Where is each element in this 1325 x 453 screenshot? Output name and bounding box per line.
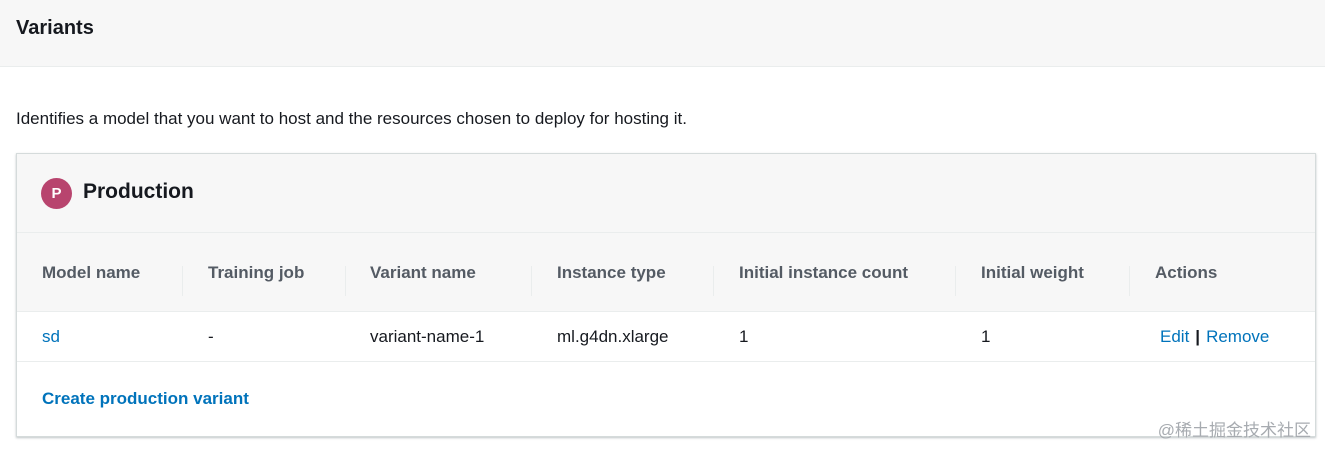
section-header: Variants — [0, 0, 1325, 67]
column-divider — [182, 266, 183, 296]
column-divider — [1129, 266, 1130, 296]
production-badge-icon: P — [41, 178, 72, 209]
remove-link[interactable]: Remove — [1206, 327, 1269, 347]
model-name-link[interactable]: sd — [42, 312, 60, 362]
action-separator: | — [1195, 327, 1201, 346]
panel-title: Production — [83, 180, 194, 203]
column-header-training-job[interactable]: Training job — [208, 233, 304, 312]
variant-name-cell: variant-name-1 — [370, 327, 485, 346]
column-divider — [713, 266, 714, 296]
panel-header: P Production — [17, 154, 1315, 233]
edit-link[interactable]: Edit — [1160, 327, 1189, 347]
table-row: sd - variant-name-1 ml.g4dn.xlarge 1 1 E… — [17, 312, 1315, 362]
column-header-initial-weight[interactable]: Initial weight — [981, 233, 1084, 312]
instance-type-cell: ml.g4dn.xlarge — [557, 327, 669, 346]
create-production-variant-link[interactable]: Create production variant — [42, 389, 249, 409]
column-header-instance-type[interactable]: Instance type — [557, 233, 666, 312]
section-description: Identifies a model that you want to host… — [16, 109, 687, 128]
column-divider — [345, 266, 346, 296]
column-header-model-name[interactable]: Model name — [42, 233, 140, 312]
column-divider — [955, 266, 956, 296]
watermark: @稀土掘金技术社区 — [1157, 421, 1311, 440]
column-header-actions: Actions — [1155, 262, 1218, 282]
actions-cell: Edit | Remove — [1160, 312, 1269, 362]
table-header: Model name Training job Variant name Ins… — [17, 233, 1315, 312]
column-divider — [531, 266, 532, 296]
section-title: Variants — [16, 17, 94, 39]
production-panel: P Production Model name Training job Var… — [16, 153, 1316, 437]
initial-weight-cell: 1 — [981, 327, 991, 346]
column-header-initial-instance-count[interactable]: Initial instance count — [739, 233, 908, 312]
initial-instance-count-cell: 1 — [739, 327, 749, 346]
training-job-cell: - — [208, 327, 214, 346]
column-header-variant-name[interactable]: Variant name — [370, 233, 476, 312]
